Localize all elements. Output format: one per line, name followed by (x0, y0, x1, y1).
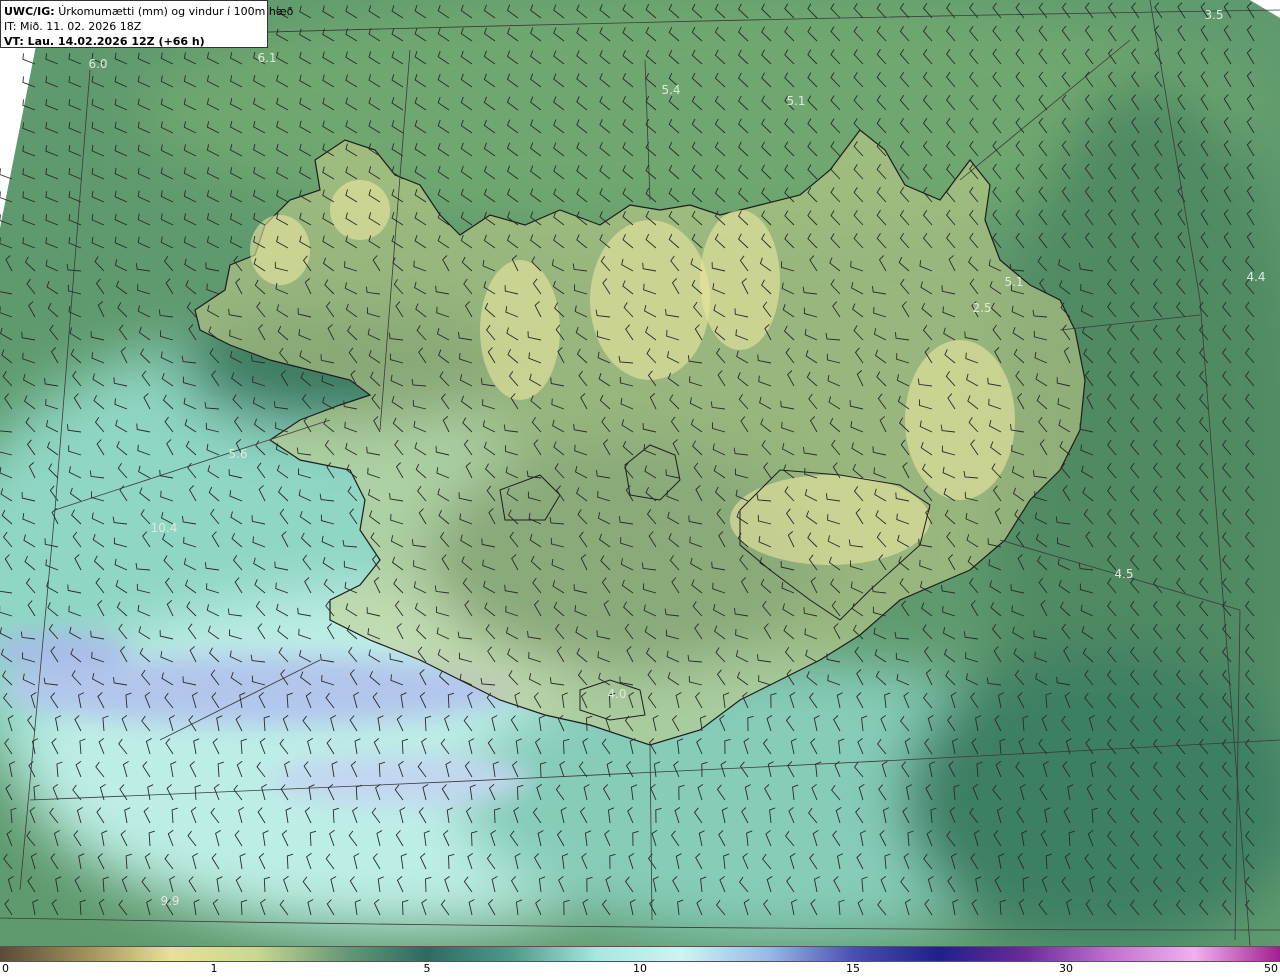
product-code: UWC/IG: (4, 5, 55, 18)
value-label: 4.4 (1246, 270, 1266, 284)
value-label: 5.4 (661, 83, 681, 97)
valid-time: VT: Lau. 14.02.2026 12Z (+66 h) (4, 35, 205, 48)
value-label: 10.4 (150, 521, 178, 535)
colorbar-tick-label: 1 (210, 962, 218, 975)
map-title-panel: UWC/IG: Úrkomumætti (mm) og vindur í 100… (0, 0, 293, 48)
value-label: 5.1 (786, 94, 806, 108)
colorbar-tick-label: 10 (633, 962, 647, 975)
product-title-line: UWC/IG: Úrkomumætti (mm) og vindur í 100… (4, 4, 293, 19)
value-label: 3.5 (1204, 8, 1224, 22)
colorbar-tick-label: 30 (1059, 962, 1073, 975)
value-label: 4.5 (1114, 567, 1134, 581)
value-label: 6.0 (88, 57, 108, 71)
init-time: IT: Mið. 11. 02. 2026 18Z (4, 20, 142, 33)
forecast-map (0, 0, 1280, 946)
colorbar-tick-label: 15 (846, 962, 860, 975)
value-label: 2.5 (972, 301, 992, 315)
product-description: Úrkomumætti (mm) og vindur í 100m hæð (58, 5, 294, 18)
value-label: 4.0 (607, 687, 627, 701)
colorbar-tick-label: 5 (423, 962, 431, 975)
value-label: 6.1 (257, 51, 277, 65)
value-label: 9.9 (160, 894, 180, 908)
colorbar-ticks: 0 1 5 10 15 30 50 (0, 960, 1280, 978)
map-viewer: 3.5 6.0 6.1 5.4 5.1 4.4 5.1 2.5 5.6 10.4… (0, 0, 1280, 978)
value-label: 5.6 (228, 447, 248, 461)
colorbar-tick-label: 0 (2, 962, 9, 975)
colorbar-tick-label: 50 (1264, 962, 1278, 975)
value-label: 5.1 (1004, 275, 1024, 289)
